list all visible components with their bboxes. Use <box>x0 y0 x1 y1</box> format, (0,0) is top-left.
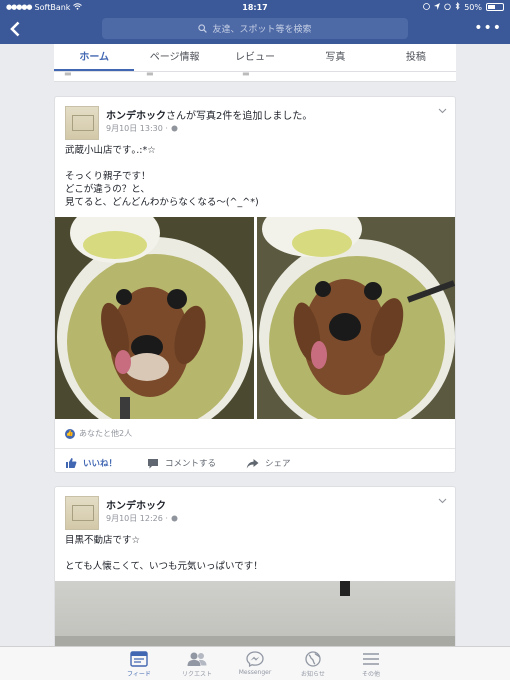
floor-photo <box>55 581 455 655</box>
post-text: 目黒不動店です☆ とても人懐こくて、いつも元気いっぱいです！ <box>65 535 263 572</box>
globe-icon <box>171 515 177 522</box>
comment-icon <box>148 458 159 468</box>
signal-icon: ●●●●● <box>6 3 33 11</box>
comment-icon-partial: ▬ <box>146 69 154 78</box>
share-label: シェア <box>265 459 291 469</box>
tab-reviews[interactable]: レビュー <box>215 44 295 71</box>
tab-feed[interactable]: フィード <box>110 647 168 680</box>
post-timestamp[interactable]: 9月10日 12:26 · <box>106 514 168 523</box>
thumbs-up-icon: 👍 <box>65 428 75 439</box>
dachshund-in-bowl-photo <box>256 217 455 419</box>
alarm-icon <box>444 3 451 12</box>
post-author: ホンデホック <box>106 497 166 512</box>
navigation-bar: 友達、スポット等を検索 ••• <box>0 14 510 44</box>
tab-photos[interactable]: 写真 <box>295 44 375 71</box>
tab-posts[interactable]: 投稿 <box>376 44 456 71</box>
wifi-icon <box>73 2 83 12</box>
friends-icon <box>187 652 207 666</box>
tab-home[interactable]: ホーム <box>54 44 135 71</box>
bluetooth-icon <box>455 2 460 12</box>
post-header: ホンデホックさんが写真2件を追加しました。 9月10日 13:30 · <box>55 97 455 141</box>
post-actions: いいね！ コメントする シェア <box>55 449 455 472</box>
photo-grid <box>55 217 455 419</box>
back-button[interactable] <box>0 14 30 44</box>
share-button[interactable]: シェア <box>246 457 291 469</box>
carrier-label: SoftBank <box>34 2 71 12</box>
post-card: ホンデホックさんが写真2件を追加しました。 9月10日 13:30 · 武蔵小山… <box>54 96 456 473</box>
search-input[interactable]: 友達、スポット等を検索 <box>102 18 408 39</box>
menu-icon <box>363 653 379 665</box>
tab-page-info[interactable]: ページ情報 <box>134 44 214 71</box>
battery-percent: 50% <box>464 2 482 12</box>
like-button[interactable]: いいね！ <box>65 457 117 469</box>
thumbs-up-icon <box>66 458 77 468</box>
globe-icon <box>305 651 321 667</box>
status-bar: ●●●●● SoftBank 18:17 50% <box>0 0 510 14</box>
share-icon-partial: ▬ <box>242 69 250 78</box>
share-icon <box>246 458 259 468</box>
lock-rotation-icon <box>423 2 431 12</box>
more-options-button[interactable]: ••• <box>474 20 502 36</box>
chevron-left-icon <box>10 21 20 37</box>
post-card: ホンデホック 9月10日 12:26 · 目黒不動店です☆ とても人懐こくて、い… <box>54 486 456 656</box>
author-name[interactable]: ホンデホック <box>106 111 166 122</box>
messenger-icon <box>246 651 264 667</box>
post-timestamp[interactable]: 9月10日 13:30 · <box>106 124 168 133</box>
chevron-down-icon[interactable] <box>438 107 447 117</box>
tab-label: その他 <box>361 671 380 678</box>
post-action-text: さんが写真2件を追加しました。 <box>166 111 313 122</box>
search-icon <box>198 24 208 33</box>
page-tabs: ホーム ページ情報 レビュー 写真 投稿 <box>54 44 456 72</box>
previous-post-actions-strip: ▬ ▬ ▬ <box>54 69 456 82</box>
tab-requests[interactable]: リクエスト <box>168 647 226 680</box>
tab-notifications[interactable]: お知らせ <box>284 647 342 680</box>
tab-more[interactable]: その他 <box>342 647 400 680</box>
dachshund-in-bowl-photo <box>55 217 254 419</box>
tab-label: フィード <box>127 671 151 678</box>
tab-label: Messenger <box>238 669 272 676</box>
reactions-summary[interactable]: 👍 あなたと他2人 <box>55 419 455 449</box>
battery-icon <box>486 3 504 11</box>
comment-button[interactable]: コメントする <box>147 457 216 469</box>
reactions-count: あなたと他2人 <box>79 429 133 438</box>
post-photo[interactable] <box>256 217 455 419</box>
avatar[interactable] <box>65 106 99 140</box>
post-author: ホンデホックさんが写真2件を追加しました。 <box>106 107 312 122</box>
chevron-down-icon[interactable] <box>438 497 447 507</box>
tab-messenger[interactable]: Messenger <box>226 647 284 680</box>
tab-label: リクエスト <box>181 671 212 678</box>
post-text: 武蔵小山店です｡.:*☆ そっくり親子です！ どこが違うの？と、 見てると、どん… <box>65 145 259 208</box>
feed-icon <box>130 651 148 667</box>
location-icon <box>434 2 441 12</box>
author-name[interactable]: ホンデホック <box>106 501 166 512</box>
like-label: いいね！ <box>83 459 118 469</box>
globe-icon <box>171 125 177 132</box>
post-meta: 9月10日 13:30 · <box>106 123 178 134</box>
post-meta: 9月10日 12:26 · <box>106 513 178 524</box>
clock: 18:17 <box>242 2 268 12</box>
avatar[interactable] <box>65 496 99 530</box>
post-header: ホンデホック 9月10日 12:26 · <box>55 487 455 531</box>
search-placeholder: 友達、スポット等を検索 <box>212 25 312 35</box>
post-photo[interactable] <box>55 581 455 655</box>
like-icon-partial: ▬ <box>64 69 72 78</box>
tab-label: お知らせ <box>301 671 325 678</box>
bottom-tab-bar: フィード リクエスト Messenger お知らせ その他 <box>0 646 510 680</box>
post-photo[interactable] <box>55 217 254 419</box>
comment-label: コメントする <box>165 459 217 469</box>
